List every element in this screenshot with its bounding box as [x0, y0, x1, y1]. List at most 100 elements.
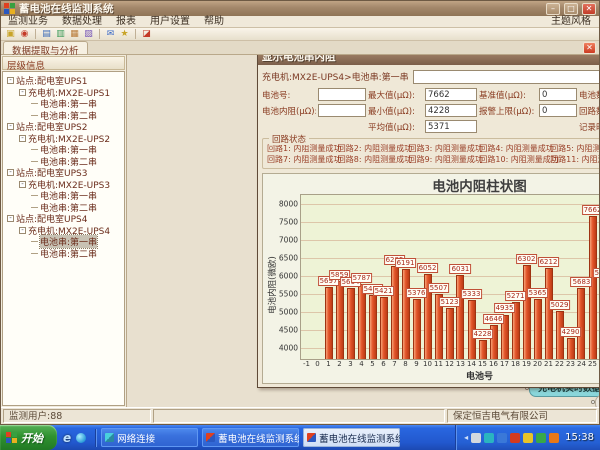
display-icon[interactable] — [484, 433, 494, 443]
chart-bar-value: 6302 — [516, 254, 538, 264]
windows-flag-icon — [6, 432, 17, 443]
tree-expander-icon[interactable]: - — [7, 169, 14, 176]
network-icon — [105, 433, 114, 442]
shield-yellow-icon[interactable] — [523, 433, 533, 443]
resistance-bar-chart: 电池内阻柱状图 电池内阻(微欧) 40004500500055006000650… — [262, 173, 599, 384]
tree-expander-icon[interactable]: - — [19, 135, 26, 142]
avg-field[interactable]: 5371 — [425, 120, 477, 133]
resistance-field[interactable] — [318, 104, 366, 117]
tab-data-analysis[interactable]: 数据提取与分析 — [3, 41, 88, 54]
chart-x-tick: 5 — [370, 360, 374, 368]
menu-item-1[interactable]: 监测业务 — [1, 16, 55, 28]
chart-y-tick: 5500 — [279, 290, 298, 299]
flow-node-request-record[interactable]: 申请充电机记录 — [595, 395, 599, 407]
max-field[interactable]: 7662 — [425, 88, 477, 101]
chart-x-tick: 13 — [456, 360, 465, 368]
app-icon — [206, 433, 215, 442]
tree-expander-icon[interactable]: - — [19, 227, 26, 234]
app-icon — [4, 3, 15, 14]
task-button-label: 网络连接 — [117, 431, 155, 445]
app-minimize-button[interactable]: – — [546, 3, 560, 15]
base-label: 基准值(μΩ): — [479, 89, 537, 101]
tree-expander-icon[interactable]: - — [19, 181, 26, 188]
tree-leaf-line — [31, 115, 38, 116]
task-button-1[interactable]: 网络连接 — [101, 428, 198, 447]
network-error-icon[interactable] — [510, 433, 520, 443]
chart-bar-value: 4935 — [494, 303, 516, 313]
ie-icon[interactable]: e — [63, 431, 71, 445]
chart-bar-value: 5421 — [373, 286, 395, 296]
chart-x-tick: 14 — [467, 360, 476, 368]
resistance-dialog: 显示电池串内阻 – □ ✕ 充电机:MX2E-UPS4>电池串:第一串 ▼ — [257, 55, 599, 388]
taskbar-separator — [95, 429, 96, 447]
app-close-button[interactable]: ✕ — [582, 3, 596, 15]
tree-item-16[interactable]: 电池串:第二串 — [5, 248, 124, 260]
tree-leaf-line — [31, 149, 38, 150]
menu-item-theme[interactable]: 主题风格 — [543, 16, 599, 28]
mail-icon[interactable]: ✉ — [104, 29, 117, 40]
chart-bar-value: 5271 — [505, 291, 527, 301]
chart-y-tick: 4500 — [279, 326, 298, 335]
taskbar: 开始 e 网络连接蓄电池在线监测系统蓄电池在线监测系统 ◂ 15:38 — [0, 425, 600, 450]
tree-expander-icon[interactable]: - — [7, 215, 14, 222]
chart-bar — [577, 288, 585, 359]
min-field[interactable]: 4228 — [425, 104, 477, 117]
chart-bar — [567, 338, 575, 359]
exit-icon[interactable]: ◪ — [140, 29, 153, 40]
chart-bar — [446, 308, 454, 359]
tree-leaf-line — [31, 161, 38, 162]
data-icon[interactable]: ▨ — [82, 29, 95, 40]
chart-gridline — [301, 222, 599, 223]
task-buttons: 网络连接 蓄电池在线监测系统蓄电池在线监测系统 — [99, 428, 402, 447]
task-button-3[interactable]: 蓄电池在线监测系统 — [303, 428, 400, 447]
chart-y-tick: 8000 — [279, 200, 298, 209]
menu-item-2[interactable]: 数据处理 — [55, 16, 109, 28]
record-combobox[interactable]: ▼ — [413, 70, 599, 84]
monitor-icon[interactable]: ▣ — [4, 29, 17, 40]
battery-string-path-label: 充电机:MX2E-UPS4>电池串:第一串 — [262, 70, 409, 83]
user-icon[interactable]: ★ — [118, 29, 131, 40]
chart-bar-value: 5376 — [406, 288, 428, 298]
toolbar: ▣◉ ▤▥▦▨ ✉★ ◪ — [1, 28, 599, 41]
camera-icon[interactable]: ◉ — [18, 29, 31, 40]
printer-icon[interactable] — [471, 433, 481, 443]
chart-bar-value: 6191 — [395, 258, 417, 268]
chart-bar — [391, 266, 399, 359]
battery-no-label: 电池号: — [262, 89, 316, 101]
power-icon[interactable] — [549, 433, 559, 443]
hierarchy-panel-header: 层级信息 — [2, 56, 125, 70]
chart-x-tick: 25 — [588, 360, 597, 368]
tray-chevron-icon[interactable]: ◂ — [464, 433, 468, 442]
messenger-icon[interactable] — [76, 433, 86, 443]
menu-item-3[interactable]: 报表 — [109, 16, 143, 28]
loop-status-5: 回路5: 内阻测量成功 — [550, 143, 599, 154]
update-icon[interactable] — [497, 433, 507, 443]
resistance-label: 电池内阻(μΩ): — [262, 105, 316, 117]
loop-label: 回路数: — [579, 105, 599, 117]
tree-expander-icon[interactable]: - — [7, 77, 14, 84]
tab-close-icon[interactable]: ✕ — [583, 42, 596, 54]
tree-expander-icon[interactable]: - — [7, 123, 14, 130]
chart-x-tick: 19 — [522, 360, 531, 368]
start-button[interactable]: 开始 — [0, 425, 57, 450]
graph-icon[interactable]: ▥ — [54, 29, 67, 40]
chart-x-tick: 17 — [500, 360, 509, 368]
alarm-field[interactable]: 0 — [539, 104, 577, 117]
chart-icon[interactable]: ▤ — [40, 29, 53, 40]
max-label: 最大值(μΩ): — [368, 89, 423, 101]
tree-expander-icon[interactable]: - — [19, 89, 26, 96]
chart-title: 电池内阻柱状图 — [263, 174, 599, 195]
loop-status-3: 回路3: 内阻测量成功 — [409, 143, 480, 154]
task-button-2[interactable]: 蓄电池在线监测系统 — [202, 428, 299, 447]
battery-no-field[interactable] — [318, 88, 366, 101]
report-icon[interactable]: ▦ — [68, 29, 81, 40]
app-maximize-button[interactable]: □ — [564, 3, 578, 15]
chart-x-tick: 6 — [381, 360, 385, 368]
loop-status-2: 回路2: 内阻测量成功 — [338, 143, 409, 154]
menu-item-5[interactable]: 帮助 — [197, 16, 231, 28]
menu-item-4[interactable]: 用户设置 — [143, 16, 197, 28]
chart-bar — [456, 275, 464, 359]
shield-green-icon[interactable] — [536, 433, 546, 443]
hierarchy-panel: 层级信息 -站点:配电室UPS1-充电机:MX2E-UPS1电池串:第一串电池串… — [1, 55, 127, 407]
base-field[interactable]: 0 — [539, 88, 577, 101]
